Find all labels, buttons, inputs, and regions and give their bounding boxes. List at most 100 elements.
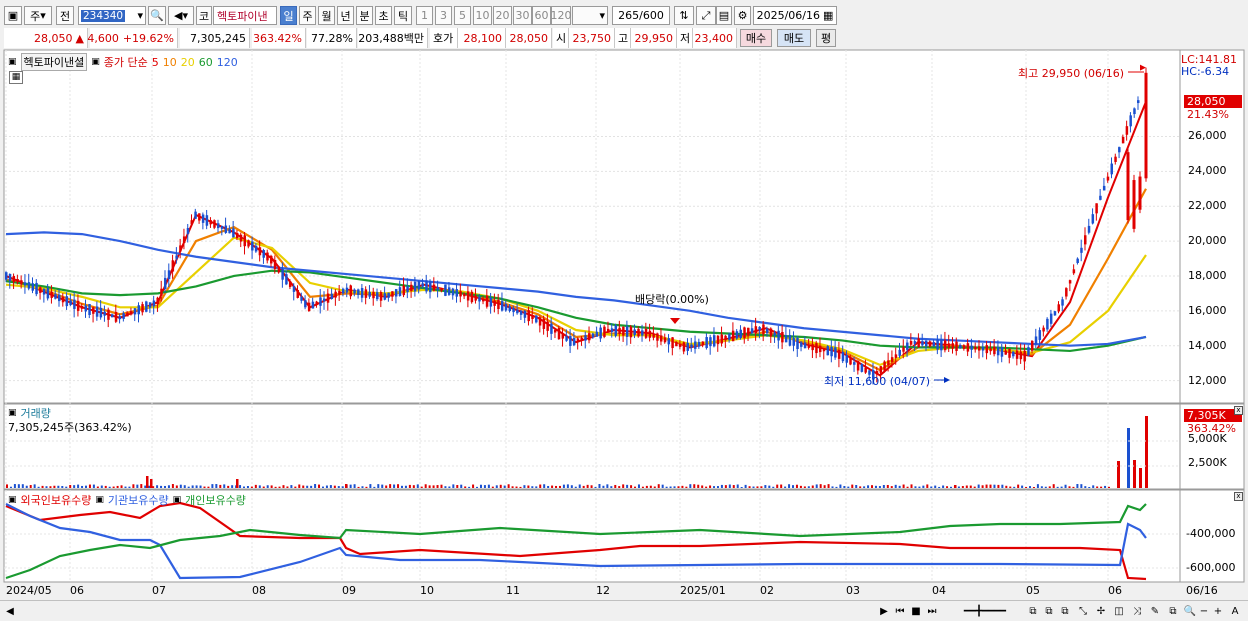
draw-icon[interactable]: ✎ <box>1148 604 1162 619</box>
institution-holdings-label[interactable]: 기관보유수량 <box>108 492 169 508</box>
volume-bar <box>365 486 368 488</box>
volume-bar <box>586 484 589 488</box>
chart-type-icon[interactable]: ⤡ <box>1076 604 1090 619</box>
volume-bar <box>523 485 526 488</box>
scroll-start-icon[interactable]: ⏮ <box>893 604 907 619</box>
volume-bar <box>17 484 20 488</box>
candle-body <box>20 280 23 285</box>
candle-body <box>368 291 371 297</box>
candle-body <box>830 346 833 357</box>
candle-body <box>391 291 394 297</box>
compare-icon[interactable]: ⤨ <box>1130 604 1144 619</box>
window-icon[interactable]: ⧉ <box>1042 604 1056 619</box>
volume-bar <box>239 485 242 488</box>
candle-body <box>273 260 277 270</box>
candle-body <box>1034 336 1038 345</box>
candle-body <box>936 339 939 350</box>
volume-bar <box>788 484 791 488</box>
candle-body <box>739 329 742 339</box>
scroll-right-icon[interactable]: ▶ <box>878 604 890 619</box>
volume-bar <box>926 484 929 488</box>
copy-icon[interactable]: ⧉ <box>1166 604 1180 619</box>
candle-body <box>735 331 739 339</box>
volume-bar <box>898 485 901 488</box>
zoom-slider[interactable]: ━━╋━━━━ <box>950 604 1020 619</box>
legend-marker-icon: ▣ <box>91 57 100 67</box>
candle-body <box>913 341 917 344</box>
window-icon[interactable]: ⧉ <box>1058 604 1072 619</box>
candle-body <box>459 291 462 297</box>
candle-body <box>1068 280 1072 284</box>
candle-body <box>417 281 421 290</box>
individual-holdings-label[interactable]: 개인보유수량 <box>185 492 246 508</box>
volume-bar <box>1025 486 1028 488</box>
volume-bar <box>1044 486 1047 488</box>
volume-bar <box>369 484 372 488</box>
volume-bar <box>871 485 874 488</box>
volume-bar <box>1092 485 1095 488</box>
ma-label-60: 60 <box>198 55 213 69</box>
candle-body <box>334 291 337 298</box>
candle-body <box>800 342 803 347</box>
candle-body <box>76 300 80 311</box>
volume-bar <box>1088 486 1091 488</box>
zoom-in-icon[interactable]: + <box>1212 604 1224 619</box>
volume-bar <box>171 484 174 488</box>
volume-bar <box>1064 484 1067 488</box>
candle-body <box>485 295 489 307</box>
candle-body <box>606 328 610 333</box>
volume-bar <box>21 484 24 488</box>
scroll-end-icon[interactable]: ⏭ <box>925 604 939 619</box>
zoom-out-icon[interactable]: − <box>1198 604 1210 619</box>
price-tick: 12,000 <box>1188 373 1227 387</box>
candle-body <box>618 327 621 334</box>
stock-label[interactable]: 헥토파이낸셜 <box>20 53 88 71</box>
last-date-label: 06/16 <box>1186 584 1218 597</box>
foreign-holdings-label[interactable]: 외국인보유수량 <box>21 492 92 508</box>
price-legend: ▣ 헥토파이낸셜 ▣ 종가 단순 5 10 20 60 120 <box>8 53 238 71</box>
candle-body <box>724 335 727 341</box>
volume-bar <box>290 485 293 488</box>
volume-bar <box>487 484 490 488</box>
candle-body <box>535 315 538 323</box>
chart-scrollbar[interactable]: ◀ ▶ ⏮ ■ ⏭ ━━╋━━━━ ⧉ ⧉ ⧉ ⤡ ✢ ◫ ⤨ ✎ ⧉ 🔍 − … <box>0 600 1248 621</box>
candle-body <box>217 223 220 229</box>
volume-bar <box>610 486 613 488</box>
volume-bar <box>1133 460 1136 488</box>
candle-body <box>50 291 53 298</box>
volume-bar <box>1036 484 1039 488</box>
ma-label-120: 120 <box>216 55 238 69</box>
volume-bar <box>385 485 388 488</box>
candle-body <box>644 328 648 338</box>
stock-chart[interactable] <box>0 0 1248 600</box>
volume-bar <box>918 486 921 488</box>
candle-body <box>504 304 508 311</box>
date-tick: 09 <box>342 584 356 597</box>
price-tick: 14,000 <box>1188 338 1227 352</box>
volume-bar <box>950 486 953 488</box>
date-tick: 12 <box>596 584 610 597</box>
indicator-label[interactable]: 종가 단순 <box>104 54 148 70</box>
volume-bar <box>867 485 870 488</box>
zoom-icon[interactable]: 🔍 <box>1184 604 1196 619</box>
volume-bar <box>146 476 149 488</box>
candle-body <box>523 310 527 318</box>
crosshair-icon[interactable]: ✢ <box>1094 604 1108 619</box>
panel-close-icon[interactable]: x <box>1234 492 1243 501</box>
calculator-icon[interactable]: ▦ <box>9 71 23 84</box>
panel-close-icon[interactable]: x <box>1234 406 1243 415</box>
candle-body <box>478 296 481 302</box>
scroll-left-icon[interactable]: ◀ <box>4 604 16 619</box>
volume-panel <box>3 403 1245 490</box>
window-icon[interactable]: ⧉ <box>1026 604 1040 619</box>
font-size-icon[interactable]: A <box>1228 604 1242 619</box>
date-tick: 10 <box>420 584 434 597</box>
candle-body <box>213 220 216 228</box>
volume-bar <box>756 486 759 488</box>
candle-body <box>580 337 583 341</box>
indicator-icon[interactable]: ◫ <box>1112 604 1126 619</box>
volume-bar <box>1013 486 1016 488</box>
stop-icon[interactable]: ■ <box>909 604 923 619</box>
volume-bar <box>294 486 297 488</box>
volume-tick: 5,000K <box>1188 432 1227 445</box>
